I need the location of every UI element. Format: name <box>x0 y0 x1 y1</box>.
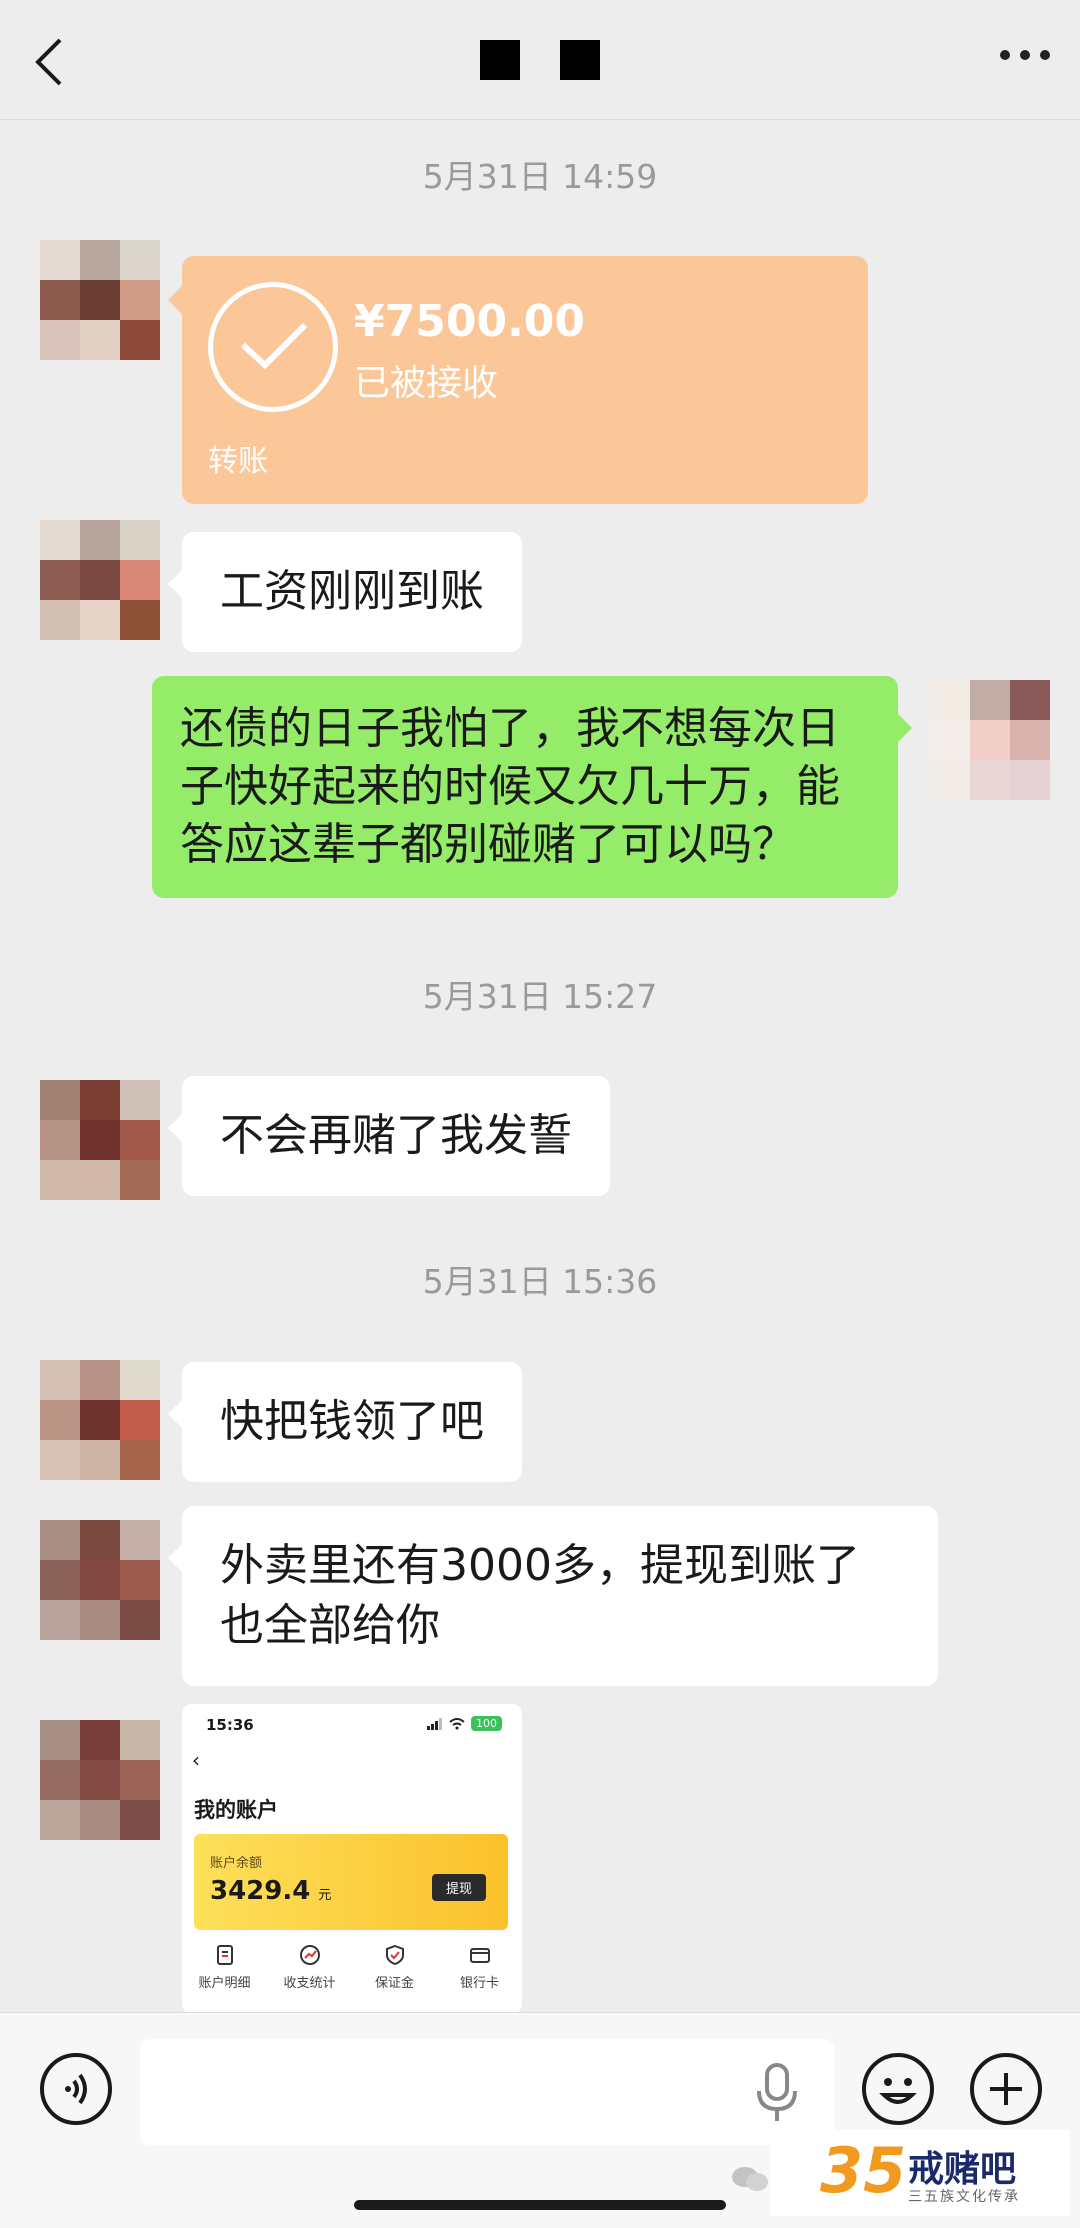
menu-item-details: 账户明细 <box>185 1944 265 1991</box>
contact-avatar[interactable] <box>40 240 160 360</box>
title-redaction <box>480 40 520 80</box>
contact-avatar[interactable] <box>40 520 160 640</box>
plus-icon[interactable] <box>970 2053 1042 2125</box>
message-bubble[interactable]: 不会再赌了我发誓 <box>168 1076 610 1196</box>
account-menu: 账户明细 收支统计 保证金 银行卡 <box>182 1944 522 1991</box>
watermark-sub: 三五族文化传承 <box>908 2189 1020 2205</box>
watermark: 35 戒赌吧 三五族文化传承 <box>770 2130 1070 2216</box>
timestamp: 5月31日 15:27 <box>422 977 658 1016</box>
signal-icon <box>427 1717 442 1730</box>
contact-avatar[interactable] <box>40 1520 160 1640</box>
transfer-status: 已被接收 <box>354 363 499 404</box>
menu-item-bankcard: 银行卡 <box>440 1944 520 1991</box>
status-icons: 100 <box>427 1716 502 1731</box>
timestamp: 5月31日 14:59 <box>422 157 658 196</box>
withdraw-button: 提现 <box>431 1874 486 1901</box>
message-input[interactable] <box>140 2039 834 2145</box>
balance-value: 3429.4 元 <box>210 1876 332 1906</box>
chevron-left-icon[interactable] <box>30 34 70 90</box>
document-icon <box>216 1945 233 1965</box>
wifi-icon <box>449 1717 465 1729</box>
chat-title <box>480 40 600 80</box>
chart-icon <box>299 1945 320 1965</box>
transfer-card[interactable]: ¥7500.00 已被接收 转账 <box>168 256 868 504</box>
title-redaction <box>560 40 600 80</box>
voice-icon[interactable] <box>40 2053 112 2125</box>
message-bubble[interactable]: 快把钱领了吧 <box>168 1362 522 1482</box>
contact-avatar[interactable] <box>40 1080 160 1200</box>
wechat-icon <box>732 2167 768 2191</box>
watermark-logo: 35 <box>820 2134 907 2207</box>
screenshot-image[interactable]: 15:36 100 ‹ 我的账户 账户余额 3429.4 元 提现 账户明细 收支… <box>182 1704 522 2014</box>
watermark-name: 戒赌吧 <box>908 2149 1017 2190</box>
balance-label: 账户余额 <box>210 1856 263 1871</box>
status-time: 15:36 <box>206 1716 254 1734</box>
emoji-icon[interactable] <box>862 2053 934 2125</box>
message-bubble[interactable]: 工资刚刚到账 <box>168 532 522 652</box>
self-avatar[interactable] <box>930 680 1050 800</box>
menu-item-deposit: 保证金 <box>355 1944 435 1991</box>
message-bubble-self[interactable]: 还债的日子我怕了，我不想每次日 子快好起来的时候又欠几十万，能 答应这辈子都别碰… <box>152 676 912 898</box>
chevron-left-icon: ‹ <box>192 1748 200 1772</box>
check-circle-icon <box>208 282 338 412</box>
balance-card: 账户余额 3429.4 元 提现 <box>194 1834 508 1930</box>
contact-avatar[interactable] <box>40 1720 160 1840</box>
message-bubble[interactable]: 外卖里还有3000多，提现到账了 也全部给你 <box>168 1506 938 1686</box>
chat-header <box>0 0 1080 120</box>
microphone-icon[interactable] <box>752 2061 802 2125</box>
transfer-amount: ¥7500.00 <box>354 296 586 347</box>
card-icon <box>469 1948 490 1963</box>
more-dots-icon[interactable] <box>1000 50 1050 60</box>
battery-icon: 100 <box>471 1716 502 1731</box>
home-indicator <box>354 2200 726 2210</box>
menu-item-stats: 收支统计 <box>270 1944 350 1991</box>
transfer-label: 转账 <box>208 444 268 479</box>
contact-avatar[interactable] <box>40 1360 160 1480</box>
timestamp: 5月31日 15:36 <box>422 1262 658 1301</box>
account-title: 我的账户 <box>194 1798 278 1822</box>
shield-icon <box>385 1944 404 1966</box>
